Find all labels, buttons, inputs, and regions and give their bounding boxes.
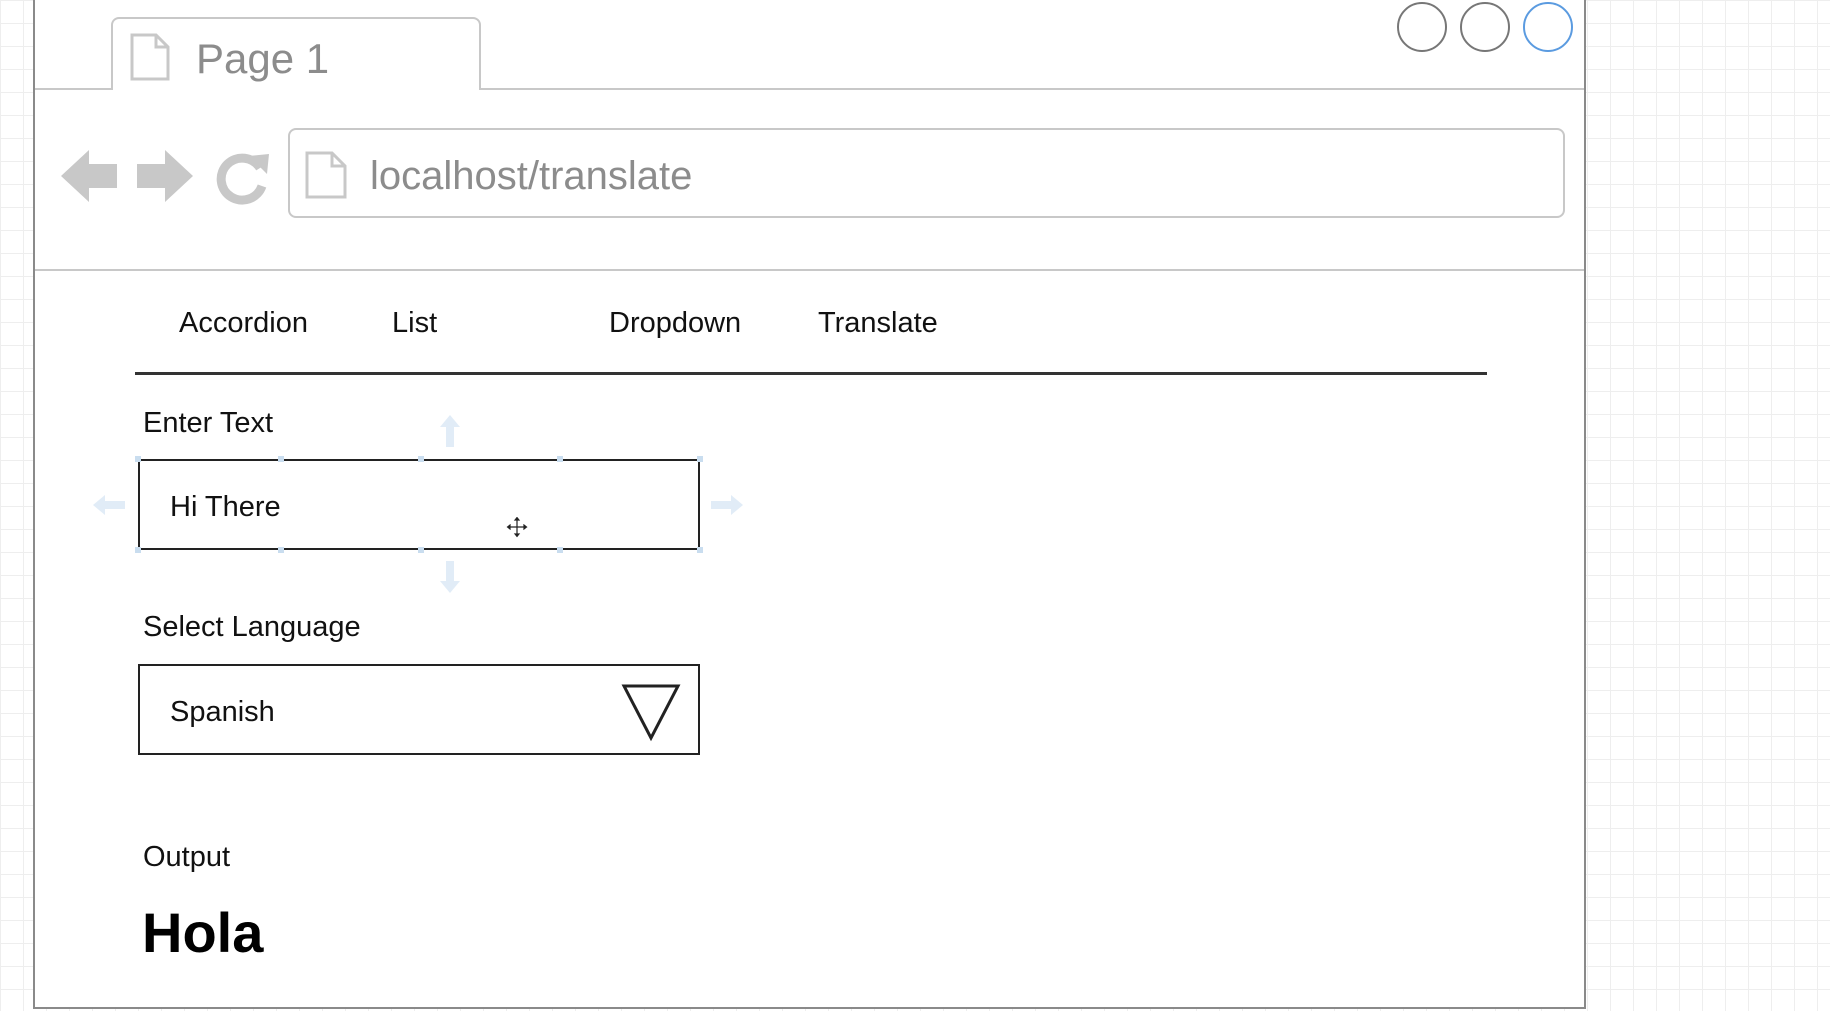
selection-handle[interactable] bbox=[697, 547, 703, 553]
window-button-active[interactable] bbox=[1523, 2, 1573, 52]
enter-text-label: Enter Text bbox=[143, 407, 274, 439]
triangle-down-icon[interactable] bbox=[620, 682, 682, 747]
browser-tab[interactable]: Page 1 bbox=[111, 17, 481, 92]
window-button[interactable] bbox=[1397, 2, 1447, 52]
nav-item-dropdown[interactable]: Dropdown bbox=[609, 307, 741, 340]
page-content: Accordion List Dropdown Translate Enter … bbox=[35, 271, 1584, 1011]
refresh-icon[interactable] bbox=[213, 146, 273, 211]
output-label: Output bbox=[143, 841, 231, 873]
nav-bar: Accordion List Dropdown Translate bbox=[135, 271, 1487, 375]
tab-title: Page 1 bbox=[196, 35, 330, 82]
selection-handle[interactable] bbox=[418, 547, 424, 553]
arrow-right-icon[interactable] bbox=[135, 146, 195, 211]
selection-handle[interactable] bbox=[557, 456, 563, 462]
nav-item-translate[interactable]: Translate bbox=[818, 307, 938, 340]
selection-handle[interactable] bbox=[418, 456, 424, 462]
selection-handle[interactable] bbox=[557, 547, 563, 553]
window-button[interactable] bbox=[1460, 2, 1510, 52]
document-icon bbox=[129, 32, 171, 87]
selection-handle[interactable] bbox=[278, 547, 284, 553]
resize-right-arrow[interactable] bbox=[709, 493, 745, 522]
resize-down-arrow[interactable] bbox=[438, 559, 462, 600]
browser-toolbar: localhost/translate bbox=[35, 90, 1584, 271]
url-text: localhost/translate bbox=[370, 154, 693, 198]
tab-strip: Page 1 bbox=[35, 0, 1584, 92]
nav-item-accordion[interactable]: Accordion bbox=[179, 307, 308, 340]
selection-handle[interactable] bbox=[697, 456, 703, 462]
document-icon bbox=[304, 150, 348, 205]
select-language-label: Select Language bbox=[143, 611, 361, 643]
selection-handle[interactable] bbox=[278, 456, 284, 462]
selected-language: Spanish bbox=[170, 696, 275, 728]
text-input[interactable]: Hi There bbox=[138, 459, 700, 550]
resize-up-arrow[interactable] bbox=[438, 413, 462, 454]
selection-handle[interactable] bbox=[135, 456, 141, 462]
text-input-value: Hi There bbox=[170, 491, 281, 523]
output-value: Hola bbox=[142, 901, 264, 964]
selection-handle[interactable] bbox=[135, 547, 141, 553]
arrow-left-icon[interactable] bbox=[59, 146, 119, 211]
browser-window: Page 1 localhost/translate Accordion Lis… bbox=[33, 0, 1586, 1009]
nav-item-list[interactable]: List bbox=[392, 307, 437, 340]
language-select[interactable]: Spanish bbox=[138, 664, 700, 755]
move-cursor-icon bbox=[505, 515, 529, 544]
resize-left-arrow[interactable] bbox=[91, 493, 127, 522]
address-bar[interactable]: localhost/translate bbox=[288, 128, 1565, 218]
